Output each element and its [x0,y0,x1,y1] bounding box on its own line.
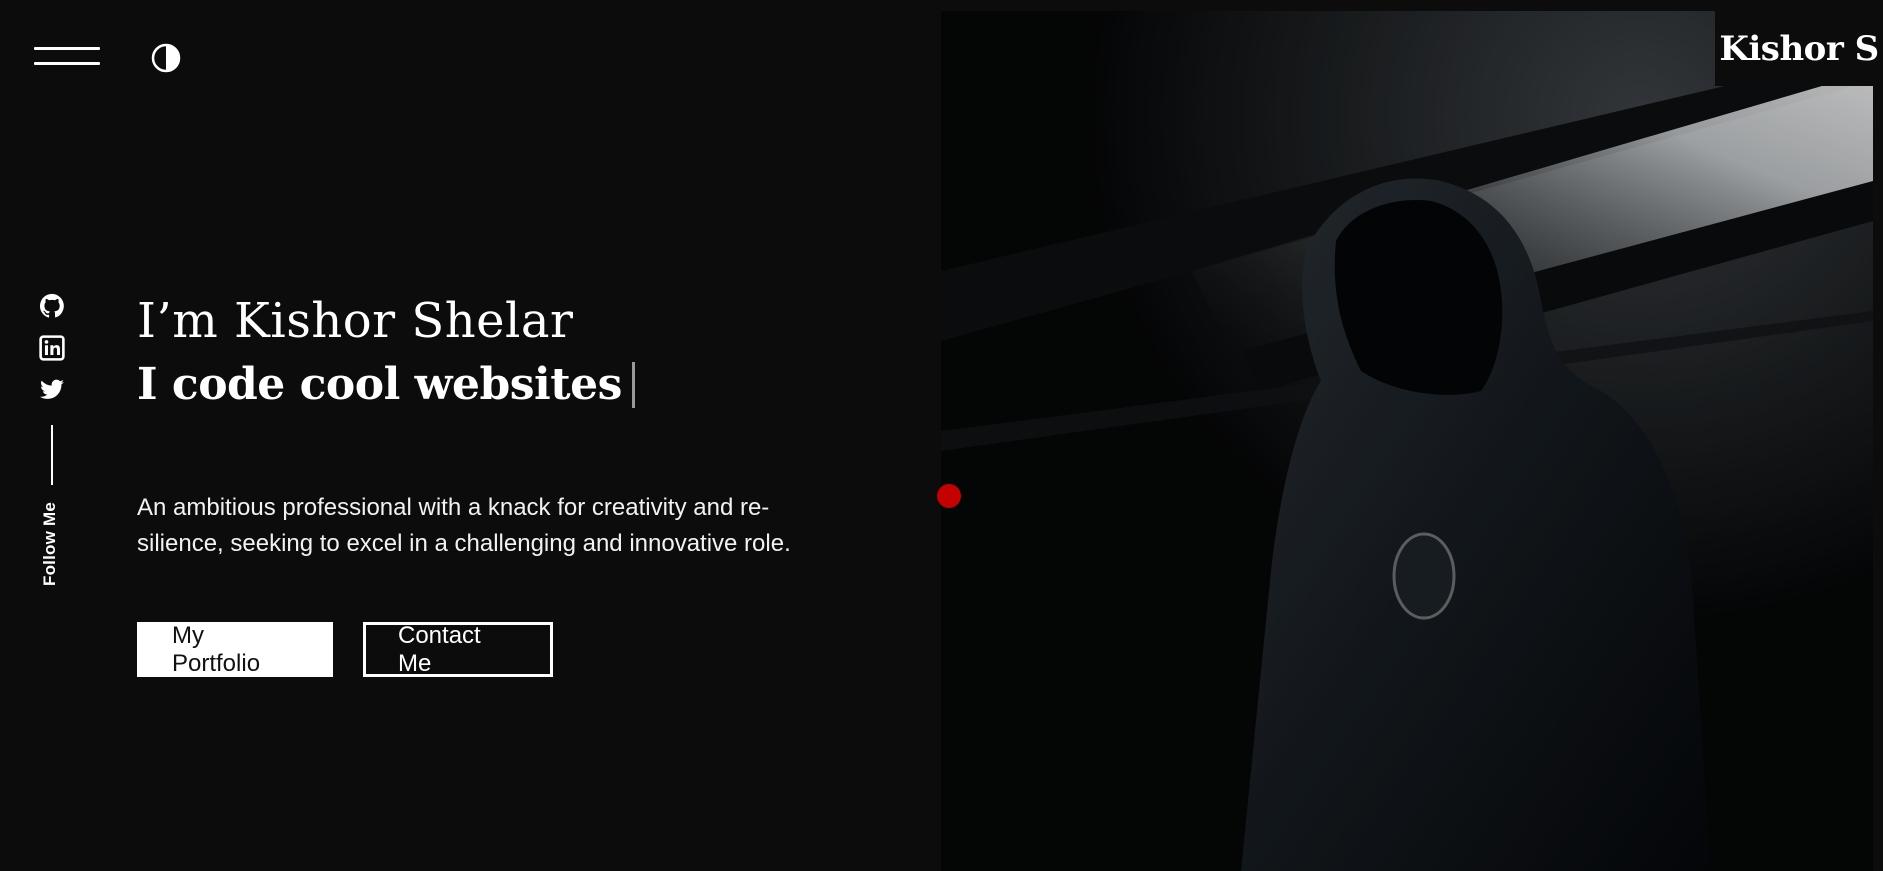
contrast-half-circle-icon[interactable] [150,42,182,74]
page: Follow Me I’m Kishor Shelar I code cool … [0,0,1883,871]
hamburger-menu-icon[interactable] [34,43,100,73]
hero-greeting: I’m Kishor Shelar [137,293,574,349]
hero-buttons: My Portfolio Contact Me [137,622,553,677]
hero-photo [941,11,1873,871]
twitter-icon[interactable] [39,377,65,403]
follow-me-label: Follow Me [40,502,59,586]
divider-line [51,425,53,485]
hero-description: An ambitious professional with a knack f… [137,494,791,557]
portfolio-button[interactable]: My Portfolio [137,622,333,677]
github-icon[interactable] [39,293,65,319]
linkedin-icon[interactable] [39,335,65,361]
contact-button[interactable]: Contact Me [363,622,553,677]
hero-tagline: I code cool websites [137,352,837,418]
typed-tagline: I code cool websites [137,359,622,410]
social-links [38,293,66,485]
cursor-dot [937,484,961,508]
typing-cursor [631,362,635,408]
hero-section: I’m Kishor Shelar I code cool websites [137,290,837,418]
brand-container: Kishor S [1715,11,1883,86]
brand-logo[interactable]: Kishor S [1719,29,1879,69]
